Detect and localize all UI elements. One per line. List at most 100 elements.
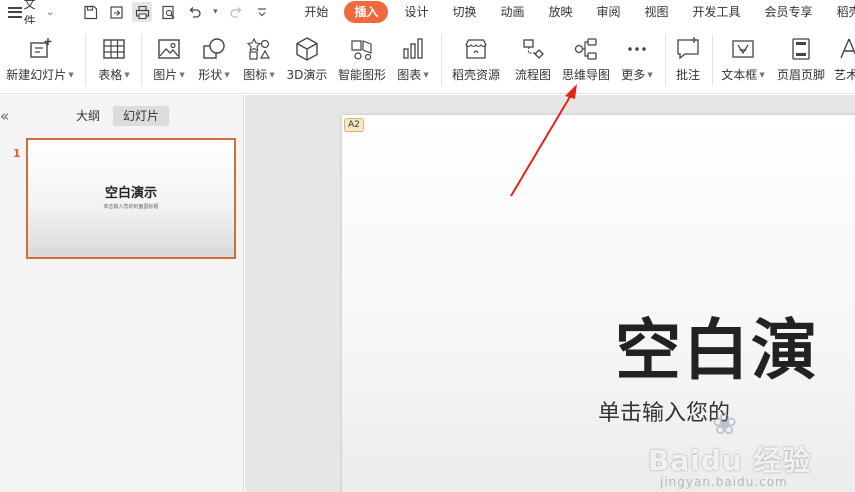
layout-badge: A2 [344,118,364,132]
shape-label: 形状 [198,68,223,82]
chevron-down-icon: ▼ [68,70,74,79]
tab-transitions[interactable]: 切换 [440,1,488,23]
paw-icon: ❀ [712,407,738,442]
new-slide-button[interactable]: 新建幻灯片 ▼ [4,24,76,94]
chevron-down-icon: ⌄ [46,6,55,18]
menu-bar: 文件 ⌄ ▾ 开始 插入 设计 切换 动画 放映 审阅 视图 开发工具 会员专享… [0,0,855,28]
chevron-down-icon: ▼ [179,70,185,79]
flowchart-icon [518,34,548,64]
more-label: 更多 [621,68,646,82]
picture-button[interactable]: 图片 ▼ [148,24,190,94]
chevron-down-icon: ▼ [423,70,429,79]
shape-button[interactable]: 形状 ▼ [193,24,235,94]
comment-label: 批注 [675,68,700,82]
cube-icon [292,34,322,64]
picture-label: 图片 [153,68,178,82]
divider [85,34,86,86]
wordart-label: 艺术 [834,68,855,82]
file-menu-button[interactable]: 文件 ⌄ [0,0,55,28]
tab-home[interactable]: 开始 [292,1,340,23]
undo-dropdown-icon[interactable]: ▾ [210,2,220,22]
watermark-brand: Baidu 经验 [648,444,812,477]
slide-number: 1 [13,147,21,160]
divider [441,34,442,86]
ribbon-insert: 新建幻灯片 ▼ 表格 ▼ 图片 ▼ 形状 ▼ 图标 ▼ 3D演示 智能图形 图表… [0,24,855,94]
shape-icon [199,34,229,64]
baidu-watermark: ❀ Baidu 经验 jingyan.baidu.com [648,403,855,492]
undo-icon[interactable] [184,2,204,22]
menu-icon [8,6,22,18]
mindmap-label: 思维导图 [561,68,610,82]
3d-model-button[interactable]: 3D演示 [284,24,330,94]
slides-panel: « 大纲 幻灯片 1 空白演示 单击输入您的封面副标题 [0,95,244,492]
header-footer-icon [786,34,816,64]
wordart-button[interactable]: 艺术 [834,24,855,94]
flowchart-button[interactable]: 流程图 [511,24,555,94]
textbox-button[interactable]: 文本框 ▼ [718,24,768,94]
chevron-down-icon: ▼ [269,70,275,79]
new-slide-label: 新建幻灯片 [6,68,67,82]
mindmap-icon [571,34,601,64]
chevron-down-icon: ▼ [224,70,230,79]
quick-access-toolbar: ▾ [80,0,272,24]
tab-outline[interactable]: 大纲 [66,106,110,126]
icon-library-button[interactable]: 图标 ▼ [238,24,280,94]
redo-icon[interactable] [226,2,246,22]
divider [141,34,142,86]
ribbon-tabs: 开始 插入 设计 切换 动画 放映 审阅 视图 开发工具 会员专享 稻壳 [292,0,855,24]
slide-title-placeholder[interactable]: 空白演 [615,297,819,393]
tab-view[interactable]: 视图 [633,1,681,23]
header-footer-button[interactable]: 页眉页脚 [773,24,829,94]
tab-review[interactable]: 审阅 [585,1,633,23]
tab-design[interactable]: 设计 [392,1,440,23]
divider [665,34,666,86]
3d-model-label: 3D演示 [286,68,328,82]
store-icon [461,34,491,64]
bar-chart-icon [398,34,428,64]
print-preview-icon[interactable] [158,2,178,22]
collapse-panel-icon[interactable]: « [0,107,9,125]
thumbnail-subtitle: 单击输入您的封面副标题 [103,204,159,210]
docer-resources-button[interactable]: 稻壳资源 [448,24,504,94]
smartart-button[interactable]: 智能图形 [335,24,389,94]
textbox-label: 文本框 [721,68,758,82]
icon-library-icon [244,34,274,64]
chart-button[interactable]: 图表 ▼ [394,24,432,94]
wordart-icon [834,34,855,64]
more-button[interactable]: 更多 ▼ [618,24,656,94]
tab-developer[interactable]: 开发工具 [681,1,753,23]
save-icon[interactable] [80,2,100,22]
tab-member[interactable]: 会员专享 [753,1,825,23]
tab-docer[interactable]: 稻壳 [825,1,855,23]
slide-thumbnail[interactable]: 空白演示 单击输入您的封面副标题 [26,138,236,259]
flowchart-label: 流程图 [514,68,551,82]
watermark-url: jingyan.baidu.com [660,475,788,489]
thumbnail-title: 空白演示 [104,186,157,201]
smartart-icon [347,34,377,64]
new-slide-icon [25,34,55,64]
mindmap-button[interactable]: 思维导图 [560,24,612,94]
tab-insert[interactable]: 插入 [344,1,389,23]
table-icon [99,34,129,64]
chevron-down-icon: ▼ [124,70,130,79]
icon-library-label: 图标 [243,68,268,82]
comment-button[interactable]: 批注 [671,24,705,94]
smartart-label: 智能图形 [337,68,386,82]
customize-icon[interactable] [252,2,272,22]
picture-icon [154,34,184,64]
textbox-icon [728,34,758,64]
divider [712,34,713,86]
print-icon[interactable] [132,2,153,22]
more-icon [622,34,652,64]
chevron-down-icon: ▼ [759,70,765,79]
tab-animations[interactable]: 动画 [488,1,536,23]
docer-resources-label: 稻壳资源 [451,68,500,82]
tab-slides[interactable]: 幻灯片 [113,106,170,126]
chevron-down-icon: ▼ [647,70,653,79]
chart-label: 图表 [397,68,422,82]
export-icon[interactable] [106,2,126,22]
table-button[interactable]: 表格 ▼ [92,24,136,94]
comment-icon [673,34,703,64]
table-label: 表格 [98,68,123,82]
tab-slideshow[interactable]: 放映 [536,1,584,23]
